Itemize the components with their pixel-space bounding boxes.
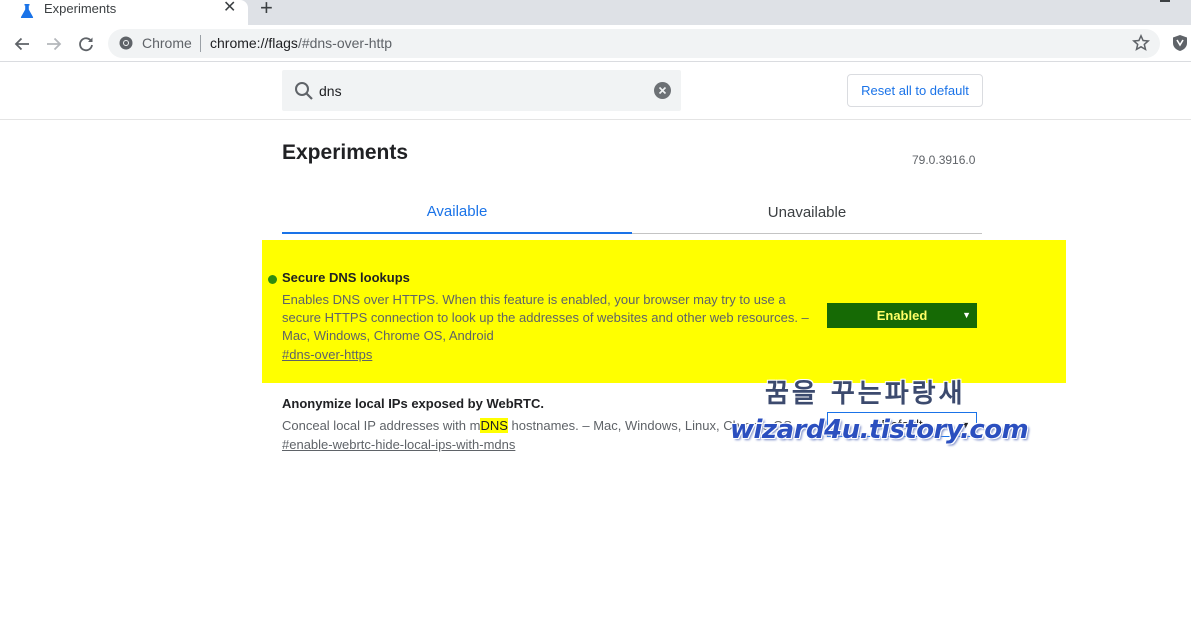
reload-button[interactable] [75, 33, 97, 55]
experiment-secure-dns: Secure DNS lookups Enables DNS over HTTP… [268, 270, 982, 364]
search-match-highlight: DNS [480, 418, 508, 433]
browser-toolbar: Chrome chrome://flags/#dns-over-http [0, 25, 1191, 62]
new-tab-button[interactable]: + [260, 0, 273, 19]
tab-title: Experiments [44, 1, 117, 16]
description-before: Conceal local IP addresses with m [282, 418, 481, 433]
close-tab-icon[interactable]: ✕ [223, 0, 236, 16]
minimize-icon[interactable] [1160, 0, 1170, 2]
experiment-tabs: Available Unavailable [282, 190, 982, 234]
address-bar[interactable]: Chrome chrome://flags/#dns-over-http [108, 29, 1160, 58]
flask-icon [20, 4, 34, 18]
experiment-state-select[interactable]: Enabled ▼ [827, 303, 977, 328]
tab-unavailable[interactable]: Unavailable [632, 190, 982, 234]
experiment-permalink[interactable]: #enable-webrtc-hide-local-ips-with-mdns [282, 437, 515, 453]
tab-strip: Experiments ✕ + [0, 0, 1191, 25]
search-icon [295, 82, 313, 100]
version-label: 79.0.3916.0 [912, 153, 976, 167]
flag-search-box [282, 70, 681, 111]
search-input[interactable] [319, 80, 639, 101]
select-value: Enabled [876, 308, 928, 323]
bookmark-star-icon[interactable] [1132, 34, 1150, 52]
flags-header: Reset all to default [0, 62, 1191, 120]
arrow-right-icon [47, 37, 62, 51]
watermark-site-text: wizard4u.tistory.com [730, 415, 1029, 445]
experiment-name: Secure DNS lookups [282, 270, 410, 285]
enabled-dot-icon [268, 275, 277, 284]
omnibox-url: chrome://flags/#dns-over-http [210, 35, 392, 52]
watermark-korean-text: 꿈을 꾸는파랑새 [765, 379, 966, 409]
shield-extension-icon[interactable] [1172, 34, 1188, 52]
url-host: chrome://flags [210, 35, 298, 51]
experiment-description: Enables DNS over HTTPS. When this featur… [282, 292, 809, 343]
watermark: 꿈을 꾸는파랑새 wizard4u.tistory.com [730, 378, 1029, 452]
chrome-logo-icon [119, 36, 133, 50]
omnibox-separator [200, 35, 201, 52]
experiment-permalink[interactable]: #dns-over-https [282, 347, 372, 363]
omnibox-scheme-label: Chrome [142, 35, 192, 51]
reset-all-button[interactable]: Reset all to default [847, 74, 983, 107]
tab-available[interactable]: Available [282, 190, 632, 234]
browser-tab-experiments[interactable]: Experiments ✕ [0, 0, 248, 25]
url-path: /#dns-over-http [297, 35, 393, 51]
arrow-left-icon [14, 37, 29, 51]
page-title: Experiments [282, 141, 409, 164]
clear-search-icon[interactable] [654, 82, 671, 99]
forward-button[interactable] [43, 33, 65, 55]
back-button[interactable] [11, 33, 33, 55]
reload-icon [79, 37, 93, 52]
dropdown-caret-icon: ▼ [962, 310, 971, 320]
